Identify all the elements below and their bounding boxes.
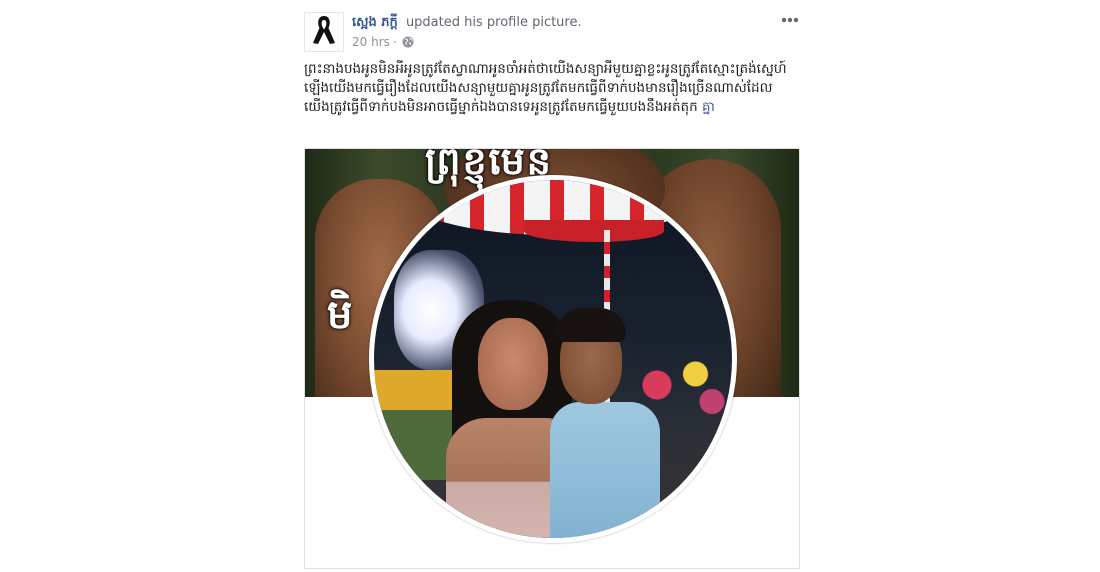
post-caption: ព្រះនាងបងអូនមិនអីអូនត្រូវតែស្វាណាអូនចាំអ… <box>304 60 796 117</box>
author-name-link[interactable]: ស្អេង ភក្តី <box>352 15 398 30</box>
black-ribbon-icon <box>310 14 338 50</box>
meta-separator: · <box>392 35 397 49</box>
woman-face <box>478 318 548 410</box>
post-timestamp[interactable]: 20 hrs <box>352 35 390 49</box>
man-hair <box>556 308 626 342</box>
globe-icon[interactable] <box>402 36 414 48</box>
profile-picture[interactable] <box>369 175 737 543</box>
post-meta: 20 hrs · <box>352 35 414 49</box>
more-options-icon[interactable] <box>779 12 801 28</box>
post-title-line: ស្អេង ភក្តី updated his profile picture. <box>352 14 582 33</box>
facebook-post: ស្អេង ភក្តី updated his profile picture.… <box>304 0 801 572</box>
profile-picture-attachment[interactable]: ព្រុំខ្ញុំមែន មិ <box>304 148 800 569</box>
man-shirt <box>550 402 660 538</box>
author-avatar[interactable] <box>304 12 344 52</box>
tent-canopy-red <box>524 220 664 242</box>
post-header: ស្អេង ភក្តី updated his profile picture.… <box>304 10 801 54</box>
post-action-text: updated his profile picture. <box>405 15 582 30</box>
caption-link[interactable]: គ្នា <box>702 99 715 115</box>
cover-caption-left: មិ <box>327 292 353 338</box>
